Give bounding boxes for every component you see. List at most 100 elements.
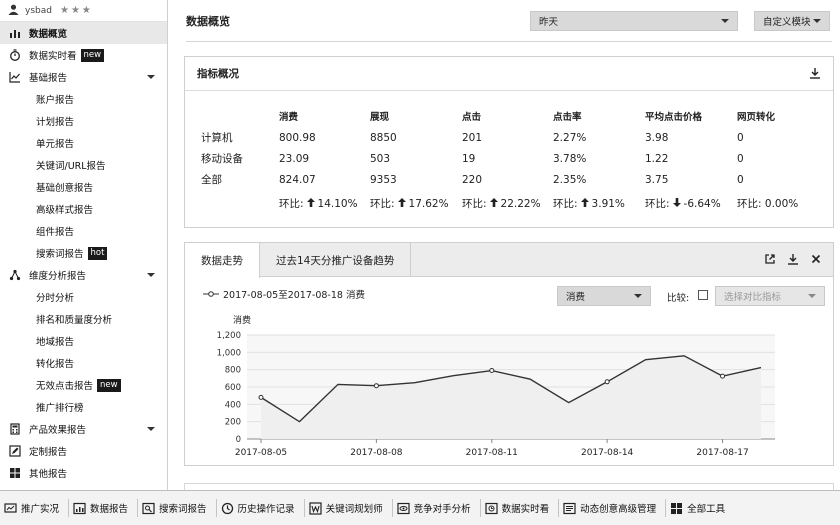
sidebar-item-label: 转化报告 xyxy=(36,359,75,370)
chevron-down-icon[interactable] xyxy=(147,75,155,79)
kpi-column-header: 平均点击价格 xyxy=(645,112,703,123)
custom-module-label: 自定义模块 xyxy=(763,17,811,28)
sidebar-item-label: 基础创意报告 xyxy=(36,183,94,194)
sidebar-item[interactable]: 基础报告 xyxy=(0,66,167,88)
close-icon[interactable] xyxy=(810,253,823,266)
kpi-cell: 8850 xyxy=(370,131,397,144)
toolbar-item[interactable]: 历史操作记录 xyxy=(217,499,305,517)
sidebar-item[interactable]: 单元报告 xyxy=(0,132,167,154)
y-tick-label: 0 xyxy=(236,435,241,445)
kpi-cell: 800.98 xyxy=(279,131,316,144)
compare-checkbox[interactable] xyxy=(698,290,708,300)
kpi-cell: 3.98 xyxy=(645,131,669,144)
change-value: 17.62% xyxy=(408,197,449,210)
page-title: 数据概览 xyxy=(186,14,230,28)
sidebar-item[interactable]: 定制报告 xyxy=(0,440,167,462)
sidebar-item[interactable]: 关键词/URL报告 xyxy=(0,154,167,176)
sidebar-item[interactable]: 排名和质量度分析 xyxy=(0,308,167,330)
sidebar-item-label: 排名和质量度分析 xyxy=(36,315,113,326)
kpi-cell: 0 xyxy=(737,173,744,186)
toolbar-item[interactable]: 数据报告 xyxy=(69,499,139,517)
sidebar-nav: 数据概览 数据实时看 new 基础报告 账户报告 计划报告 单元报告 关键词/URL报告基础创… xyxy=(0,22,167,484)
sidebar-item-label: 分时分析 xyxy=(36,293,75,304)
toolbar-item[interactable]: 全部工具 xyxy=(666,499,734,517)
clock-icon xyxy=(221,502,234,515)
toolbar-item-label: 数据报告 xyxy=(90,504,129,515)
external-link-icon[interactable] xyxy=(764,253,777,266)
toolbar-item[interactable]: 竞争对手分析 xyxy=(393,499,481,517)
sidebar-item[interactable]: 计划报告 xyxy=(0,110,167,132)
x-tick-label: 2017-08-17 xyxy=(696,448,748,458)
sidebar-item[interactable]: 转化报告 xyxy=(0,352,167,374)
sidebar-item-label: 搜索词报告 xyxy=(36,249,84,260)
sidebar-item[interactable]: 账户报告 xyxy=(0,88,167,110)
series-marker-icon xyxy=(203,291,219,297)
date-range-value: 昨天 xyxy=(539,17,559,28)
page-header: 数据概览 昨天 自定义模块 xyxy=(186,0,832,42)
sidebar-item[interactable]: 分时分析 xyxy=(0,286,167,308)
kpi-cell: 19 xyxy=(462,152,476,165)
y-tick-label: 200 xyxy=(225,418,241,428)
chevron-down-icon[interactable] xyxy=(147,273,155,277)
bottom-toolbar: 推广实况 数据报告 搜索词报告 历史操作记录 关键词规划师 竞争对手分析 数据实时看 动态创意… xyxy=(0,490,840,525)
kpi-row: 移动设备 23.09 503 19 3.78% 1.22 0 xyxy=(201,148,807,169)
sidebar-item[interactable]: 高级样式报告 xyxy=(0,198,167,220)
sidebar: ysbad ★ ★ ★ 数据概览 数据实时看 new 基础报告 账户报告 计划报告 单元报告… xyxy=(0,0,168,490)
sidebar-item[interactable]: 搜索词报告 hot xyxy=(0,242,167,264)
sidebar-item[interactable]: 其他报告 xyxy=(0,462,167,484)
y-tick-label: 1,200 xyxy=(217,331,241,341)
sidebar-item-label: 维度分析报告 xyxy=(29,271,87,282)
tab-device-trend[interactable]: 过去14天分推广设备趋势 xyxy=(260,243,412,277)
kpi-corner-cell xyxy=(201,105,279,127)
chevron-down-icon[interactable] xyxy=(147,427,155,431)
sidebar-item[interactable]: 数据概览 xyxy=(0,22,167,44)
compare-metric-select[interactable]: 选择对比指标 xyxy=(715,286,825,306)
tab-data-trend[interactable]: 数据走势 xyxy=(185,243,260,278)
sidebar-item[interactable]: 地域报告 xyxy=(0,330,167,352)
star-icon: ★ xyxy=(81,5,91,16)
kpi-cell: 1.22 xyxy=(645,152,669,165)
kpi-column-header: 网页转化 xyxy=(737,112,776,123)
toolbar-item-label: 全部工具 xyxy=(687,504,726,515)
sidebar-item[interactable]: 产品效果报告 xyxy=(0,418,167,440)
sidebar-item[interactable]: 基础创意报告 xyxy=(0,176,167,198)
user-name[interactable]: ysbad xyxy=(25,6,52,16)
sidebar-item[interactable]: 数据实时看 new xyxy=(0,44,167,66)
sidebar-item[interactable]: 组件报告 xyxy=(0,220,167,242)
manage-icon xyxy=(563,502,576,515)
eye-icon xyxy=(396,502,410,515)
kpi-change-cell: 环比: 14.10% xyxy=(279,190,370,216)
kpi-cell: 3.75 xyxy=(645,173,669,186)
sidebar-item[interactable]: 推广排行榜 xyxy=(0,396,167,418)
custom-module-button[interactable]: 自定义模块 xyxy=(754,11,830,31)
toolbar-item[interactable]: 关键词规划师 xyxy=(305,499,393,517)
bar-chart-icon xyxy=(8,26,22,40)
date-range-select[interactable]: 昨天 xyxy=(530,11,738,31)
change-label: 环比: xyxy=(553,197,578,210)
kpi-cell: 0 xyxy=(737,152,744,165)
kpi-row-label: 计算机 xyxy=(201,132,233,144)
star-icon: ★ xyxy=(70,5,80,16)
arrow-up-icon xyxy=(580,197,589,210)
toolbar-item-label: 竞争对手分析 xyxy=(413,504,471,515)
sidebar-item[interactable]: 无效点击报告 new xyxy=(0,374,167,396)
download-icon[interactable] xyxy=(809,67,821,82)
sidebar-item[interactable]: 维度分析报告 xyxy=(0,264,167,286)
sidebar-item-label: 数据实时看 xyxy=(29,51,77,62)
chevron-down-icon xyxy=(808,294,816,298)
toolbar-item[interactable]: 推广实况 xyxy=(0,499,70,517)
series-label: 2017-08-05至2017-08-18 消费 xyxy=(223,290,365,301)
y-tick-label: 1,000 xyxy=(217,348,241,358)
sidebar-item-label: 无效点击报告 xyxy=(36,381,94,392)
report-icon xyxy=(73,502,86,515)
kpi-change-spacer xyxy=(201,190,279,216)
kpi-change-cell: 环比: 0.00% xyxy=(737,190,807,216)
download-icon[interactable] xyxy=(787,253,800,266)
toolbar-item[interactable]: 动态创意高级管理 xyxy=(559,499,667,517)
toolbar-item[interactable]: 搜索词报告 xyxy=(138,499,217,517)
toolbar-item[interactable]: 数据实时看 xyxy=(481,499,560,517)
arrow-down-icon xyxy=(672,197,681,210)
kpi-row: 全部 824.07 9353 220 2.35% 3.75 0 xyxy=(201,169,807,190)
change-label: 环比: xyxy=(279,197,304,210)
metric-select[interactable]: 消费 xyxy=(557,286,651,306)
